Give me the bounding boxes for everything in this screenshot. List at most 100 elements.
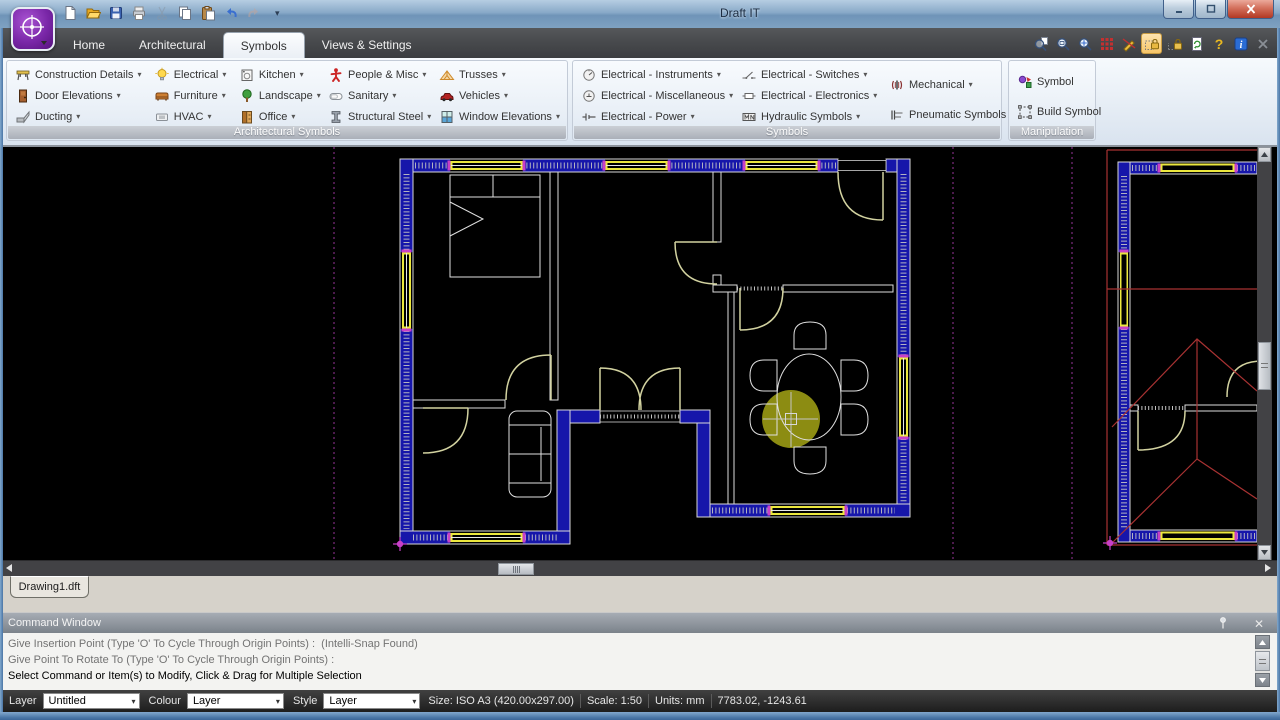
office-button[interactable]: Office▾ <box>236 106 325 127</box>
electrical-miscellaneous-button[interactable]: Electrical - Miscellaneous▾ <box>578 85 738 106</box>
lock-reference-button[interactable] <box>1165 34 1184 53</box>
item-label: Door Elevations <box>35 90 113 102</box>
command-scrollbar[interactable] <box>1255 635 1270 687</box>
furniture-button[interactable]: Furniture▾ <box>151 85 236 106</box>
vertical-scrollbar[interactable] <box>1257 147 1272 560</box>
separator <box>648 694 649 708</box>
minimize-button[interactable] <box>1163 0 1194 19</box>
tab-views-settings[interactable]: Views & Settings <box>305 32 429 58</box>
snap-toggle-button[interactable] <box>1119 34 1138 53</box>
scroll-up-button[interactable] <box>1255 635 1270 649</box>
paste-button[interactable] <box>198 3 218 23</box>
electrical-electronics-button[interactable]: Electrical - Electronics▾ <box>738 85 886 106</box>
command-scroll-thumb[interactable] <box>1255 651 1270 671</box>
command-window-close[interactable]: ✕ <box>1254 614 1264 634</box>
pin-icon[interactable] <box>1216 615 1232 631</box>
save-drawing-button[interactable] <box>106 3 126 23</box>
dropdown-arrow: ▾ <box>873 91 877 100</box>
door-elevations-button[interactable]: Door Elevations▾ <box>12 85 151 106</box>
layer-dropdown[interactable]: Untitled▾ <box>43 693 140 709</box>
horizontal-scrollbar[interactable] <box>0 560 1280 576</box>
pneumatic-symbols-button[interactable]: Pneumatic Symbols▾ <box>886 104 994 125</box>
item-label: Sanitary <box>348 90 388 102</box>
redo-button[interactable] <box>244 3 264 23</box>
mechanical-icon <box>889 77 905 93</box>
scroll-up-button[interactable] <box>1258 147 1271 162</box>
kitchen-icon <box>239 67 255 83</box>
electrical-switches-button[interactable]: Electrical - Switches▾ <box>738 64 886 85</box>
customize-qat-button[interactable]: ▾ <box>275 8 280 19</box>
kitchen-button[interactable]: Kitchen▾ <box>236 64 325 85</box>
info-icon: i <box>1233 36 1249 52</box>
hvac-button[interactable]: HVAC▾ <box>151 106 236 127</box>
about-button[interactable]: i <box>1231 34 1250 53</box>
trusses-button[interactable]: Trusses▾ <box>436 64 562 85</box>
zoom-window-button[interactable] <box>1053 34 1072 53</box>
scroll-right-button[interactable] <box>1264 563 1272 576</box>
units-indicator: Units: mm <box>655 695 705 707</box>
scroll-left-button[interactable] <box>5 563 13 576</box>
electrical-power-button[interactable]: Electrical - Power▾ <box>578 106 738 127</box>
construction-details-button[interactable]: Construction Details▾ <box>12 64 151 85</box>
tab-home[interactable]: Home <box>56 32 122 58</box>
scroll-down-button[interactable] <box>1255 673 1270 687</box>
symbol-button[interactable]: Symbol <box>1014 71 1104 92</box>
structural-steel-button[interactable]: Structural Steel▾ <box>325 106 436 127</box>
dropdown-arrow: ▾ <box>317 91 321 100</box>
drawing-tab[interactable]: Drawing1.dft <box>10 576 89 598</box>
refresh-drawing-button[interactable] <box>1187 34 1206 53</box>
close-button[interactable] <box>1227 0 1274 19</box>
draftit-logo-icon <box>15 11 51 47</box>
style-dropdown[interactable]: Layer▾ <box>323 693 420 709</box>
help-button[interactable]: ? <box>1209 34 1228 53</box>
grid-button[interactable] <box>1097 34 1116 53</box>
mechanical-button[interactable]: Mechanical▾ <box>886 74 994 95</box>
people-misc-button[interactable]: People & Misc▾ <box>325 64 436 85</box>
floor-plan-drawing[interactable] <box>0 147 1257 560</box>
open-drawing-button[interactable] <box>83 3 103 23</box>
electrical-instruments-button[interactable]: Electrical - Instruments▾ <box>578 64 738 85</box>
sanitary-button[interactable]: Sanitary▾ <box>325 85 436 106</box>
scroll-down-button[interactable] <box>1258 545 1271 560</box>
copy-button[interactable] <box>175 3 195 23</box>
drawing-tab-bar: Drawing1.dft <box>0 576 1280 612</box>
horizontal-scroll-thumb[interactable] <box>498 563 534 575</box>
hydraulic-symbols-button[interactable]: Hydraulic Symbols▾ <box>738 106 886 127</box>
window-title: Draft IT <box>640 6 840 20</box>
colour-dropdown[interactable]: Layer▾ <box>187 693 284 709</box>
undo-arrow-icon <box>223 5 239 21</box>
electrical-electronics-icon <box>741 88 757 104</box>
group-label: Architectural Symbols <box>8 126 566 139</box>
drawing-canvas[interactable] <box>0 145 1280 560</box>
window-elevations-button[interactable]: Window Elevations▾ <box>436 106 562 127</box>
dropdown-arrow: ▾ <box>729 91 733 100</box>
maximize-button[interactable] <box>1195 0 1226 19</box>
ducting-button[interactable]: Ducting▾ <box>12 106 151 127</box>
separator <box>580 694 581 708</box>
dropdown-arrow: ▾ <box>222 70 226 79</box>
tab-architectural[interactable]: Architectural <box>122 32 223 58</box>
office-icon <box>239 109 255 125</box>
landscape-button[interactable]: Landscape▾ <box>236 85 325 106</box>
grid-snap-lock-button[interactable] <box>1141 33 1162 54</box>
separator <box>711 694 712 708</box>
print-button[interactable] <box>129 3 149 23</box>
minimize-ribbon-button[interactable] <box>1253 34 1272 53</box>
command-window-body[interactable]: Give Insertion Point (Type 'O' To Cycle … <box>0 633 1280 690</box>
redo-arrow-icon <box>246 5 262 21</box>
vertical-scroll-thumb[interactable] <box>1258 342 1271 390</box>
cut-button[interactable] <box>152 3 172 23</box>
undo-button[interactable] <box>221 3 241 23</box>
item-label: Hydraulic Symbols <box>761 111 852 123</box>
zoom-pan-button[interactable] <box>1075 34 1094 53</box>
new-document-button[interactable] <box>60 3 80 23</box>
electrical-switches-icon <box>741 67 757 83</box>
electrical-button[interactable]: Electrical▾ <box>151 64 236 85</box>
dropdown-arrow: ▾ <box>291 112 295 121</box>
vehicles-button[interactable]: Vehicles▾ <box>436 85 562 106</box>
tab-symbols[interactable]: Symbols <box>223 32 305 58</box>
front-door-threshold <box>838 160 886 172</box>
application-menu-button[interactable] <box>11 7 55 51</box>
build-symbol-button[interactable]: Build Symbol <box>1014 101 1104 122</box>
zoom-document-button[interactable] <box>1031 34 1050 53</box>
